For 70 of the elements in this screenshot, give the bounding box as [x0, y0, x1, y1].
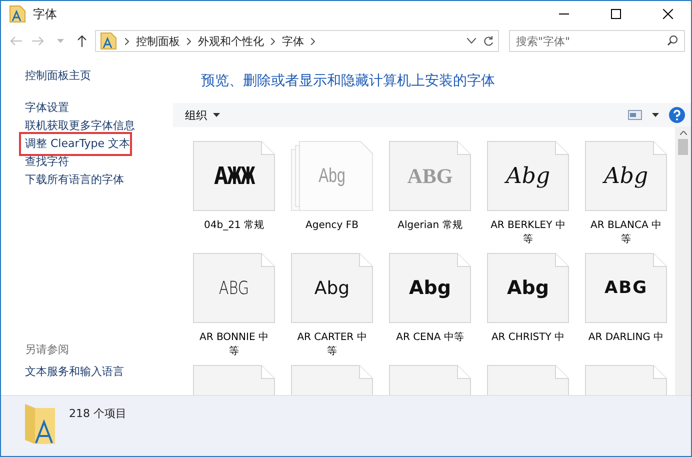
font-name: Algerian 常规	[396, 219, 464, 233]
caret-icon	[56, 39, 64, 43]
font-preview: Abg	[506, 276, 550, 301]
font-tile[interactable]: Abg AR BERKLEY 中等	[481, 141, 575, 249]
font-name: AR BLANCA 中等	[590, 219, 662, 247]
chevron-down-icon[interactable]	[467, 38, 476, 44]
font-preview: Abg	[601, 162, 650, 190]
font-preview: Abg	[408, 276, 452, 301]
scrollbar[interactable]	[675, 127, 691, 395]
see-also-title: 另请参阅	[25, 342, 70, 358]
font-name: AR CARTER 中等	[296, 331, 368, 359]
sidebar-link[interactable]: 字体设置	[25, 99, 173, 117]
font-tile[interactable]: ΑЖЖ 04b_21 常规	[187, 141, 281, 249]
organize-button[interactable]: 组织	[185, 108, 220, 122]
font-tile[interactable]: Abg AR BLANCA 中等	[579, 141, 673, 249]
chevron-right-icon	[311, 38, 315, 44]
font-tile[interactable]: ABG Algerian 常规	[383, 141, 477, 249]
font-name: AR BONNIE 中等	[198, 331, 270, 359]
sidebar-link[interactable]: 下载所有语言的字体	[25, 171, 173, 189]
scroll-up-icon[interactable]	[680, 131, 686, 135]
help-icon[interactable]	[669, 107, 685, 123]
font-name: AR BERKLEY 中等	[490, 219, 566, 247]
font-preview: ABG	[218, 276, 250, 300]
font-tile[interactable]: ABG AR BONNIE 中等	[187, 253, 281, 361]
font-folder-icon	[9, 5, 27, 23]
see-also-link[interactable]: 文本服务和输入语言	[25, 365, 124, 378]
font-name: Agency FB	[304, 219, 360, 233]
breadcrumb[interactable]: 外观和个性化	[198, 34, 264, 48]
arrow-left-icon	[10, 36, 22, 46]
arrow-up-icon	[77, 35, 87, 47]
arrow-right-icon	[32, 36, 44, 46]
font-tile[interactable]: ABG AR DARLING 中	[579, 253, 673, 361]
font-preview: ABG	[406, 162, 454, 190]
font-name: AR CENA 中等	[395, 331, 465, 345]
chevron-right-icon	[125, 38, 129, 44]
search-icon	[667, 35, 678, 46]
font-preview: Abg	[318, 164, 346, 188]
item-count: 218 个项目	[69, 406, 126, 421]
font-tile[interactable]: Abg Agency FB	[285, 141, 379, 249]
chevron-right-icon	[271, 38, 275, 44]
refresh-icon[interactable]	[483, 36, 494, 46]
caret-icon	[213, 113, 220, 117]
window-title: 字体	[33, 6, 58, 22]
scroll-thumb[interactable]	[678, 139, 688, 155]
sidebar-link[interactable]: 联机获取更多字体信息	[25, 117, 173, 135]
font-preview: Abg	[313, 276, 351, 300]
font-preview: Abg	[503, 162, 552, 190]
font-name: 04b_21 常规	[203, 219, 265, 233]
page-heading: 预览、删除或者显示和隐藏计算机上安装的字体	[200, 72, 496, 91]
font-tile[interactable]: Abg AR CARTER 中等	[285, 253, 379, 361]
font-name: AR DARLING 中	[588, 331, 664, 345]
font-name: AR CHRISTY 中	[490, 331, 566, 345]
caret-icon[interactable]	[652, 113, 659, 117]
chevron-right-icon	[187, 38, 191, 44]
sidebar-link[interactable]: 查找字符	[25, 153, 173, 171]
font-folder-icon	[23, 402, 57, 446]
font-preview: ΑЖЖ	[212, 161, 256, 192]
breadcrumb[interactable]: 字体	[282, 34, 304, 48]
search-field[interactable]: 搜索"字体"	[509, 30, 685, 52]
font-tile[interactable]: Abg AR CENA 中等	[383, 253, 477, 361]
sidebar-link[interactable]: 控制面板主页	[25, 67, 173, 85]
maximize-icon	[611, 9, 621, 19]
address-bar[interactable]: 控制面板 外观和个性化 字体	[95, 30, 499, 52]
sidebar-link[interactable]: 调整 ClearType 文本	[22, 135, 129, 153]
close-icon	[663, 9, 673, 19]
font-folder-icon	[100, 32, 118, 50]
font-tile[interactable]: Abg AR CHRISTY 中	[481, 253, 575, 361]
view-icon[interactable]	[628, 110, 642, 120]
breadcrumb[interactable]: 控制面板	[136, 34, 180, 48]
font-preview: ABG	[603, 277, 649, 300]
